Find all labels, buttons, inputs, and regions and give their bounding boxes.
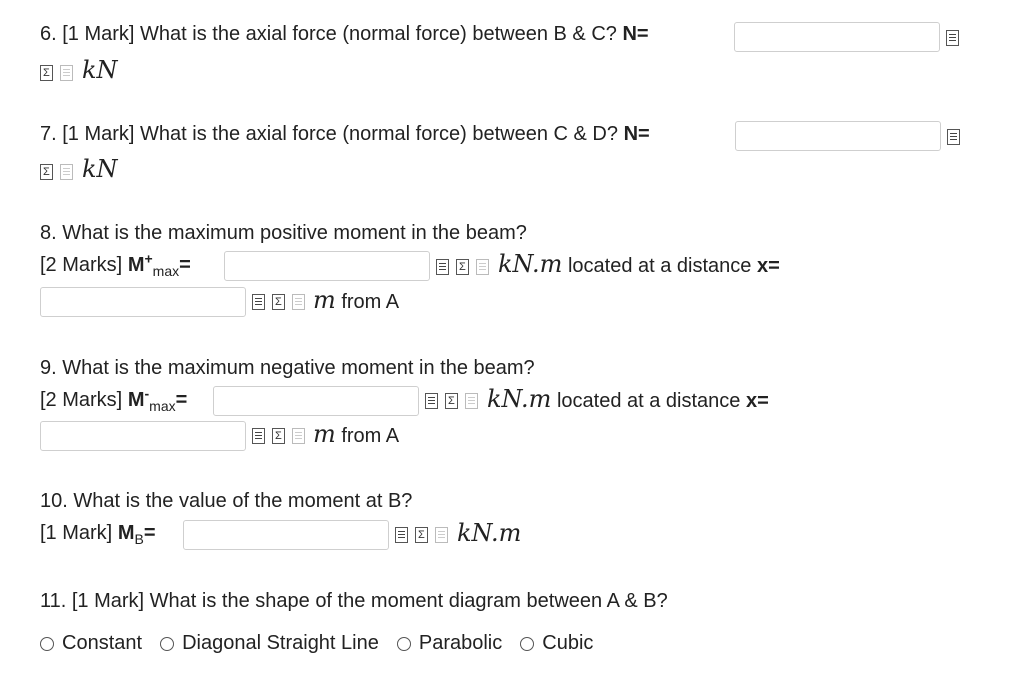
q9-question: 9. What is the maximum negative moment i… xyxy=(40,357,535,379)
option-label: Constant xyxy=(62,632,143,654)
notes-icon[interactable] xyxy=(60,164,73,180)
preview-icon[interactable] xyxy=(425,393,438,409)
radio-button[interactable] xyxy=(396,636,411,651)
q8-label: [2 Marks] M+max= xyxy=(40,250,191,279)
q7-answer-input[interactable] xyxy=(735,121,941,151)
q8-distance-input[interactable] xyxy=(40,287,246,317)
option-label: Diagonal Straight Line xyxy=(182,632,379,654)
q10-moment-input[interactable] xyxy=(183,520,389,550)
q9-unit: kN.m xyxy=(487,385,552,413)
q9-var-x: x= xyxy=(746,390,769,412)
q8-unit: kN.m xyxy=(498,250,563,278)
q9-moment-input[interactable] xyxy=(213,386,419,416)
radio-button[interactable] xyxy=(520,636,535,651)
q10-label: [1 Mark] MB= xyxy=(40,521,156,547)
radio-button[interactable] xyxy=(160,636,175,651)
q7-unit: kN xyxy=(82,155,118,183)
equation-icon[interactable] xyxy=(272,428,285,444)
q8-var-sup: + xyxy=(144,250,153,267)
q8-unit-m: m xyxy=(313,286,336,314)
q8-from-row: m from A xyxy=(313,288,399,314)
q9-var-sub: max xyxy=(149,398,176,414)
equation-icon[interactable] xyxy=(40,164,53,180)
q7-text: 7. [1 Mark] What is the axial force (nor… xyxy=(40,123,618,145)
q6-question: 6. [1 Mark] What is the axial force (nor… xyxy=(40,22,649,46)
option-diagonal-straight-line[interactable]: Diagonal Straight Line xyxy=(160,632,379,655)
q9-label: [2 Marks] M-max= xyxy=(40,386,188,414)
q8-from: from A xyxy=(341,291,400,313)
q8-moment-input[interactable] xyxy=(224,251,430,281)
notes-icon[interactable] xyxy=(60,65,73,81)
equation-icon[interactable] xyxy=(272,294,285,310)
q11-question: 11. [1 Mark] What is the shape of the mo… xyxy=(40,590,668,612)
q8-marks: [2 Marks] xyxy=(40,254,123,276)
q8-var-sub: max xyxy=(152,263,180,279)
notes-icon[interactable] xyxy=(476,259,489,275)
q9-unit-row: kN.m located at a distance x= xyxy=(487,387,769,413)
option-parabolic[interactable]: Parabolic xyxy=(396,632,503,655)
preview-icon[interactable] xyxy=(252,428,265,444)
q6-variable: N= xyxy=(622,23,649,45)
option-constant[interactable]: Constant xyxy=(40,632,142,655)
q10-question: 10. What is the value of the moment at B… xyxy=(40,490,413,512)
q9-distance-input[interactable] xyxy=(40,421,246,451)
q6-unit: kN xyxy=(82,56,118,84)
q10-marks: [1 Mark] xyxy=(40,522,113,544)
equation-icon[interactable] xyxy=(415,527,428,543)
q10-var-m: M xyxy=(117,522,135,544)
preview-icon[interactable] xyxy=(395,527,408,543)
notes-icon[interactable] xyxy=(465,393,478,409)
preview-icon[interactable] xyxy=(946,30,959,46)
q8-located: located at a distance xyxy=(567,255,752,277)
preview-icon[interactable] xyxy=(436,259,449,275)
option-label: Cubic xyxy=(542,632,594,654)
q9-from-row: m from A xyxy=(313,422,399,448)
q8-eq: = xyxy=(179,254,191,276)
equation-icon[interactable] xyxy=(40,65,53,81)
q10-var-sub: B xyxy=(134,531,144,547)
radio-button[interactable] xyxy=(40,636,54,651)
q8-question: 8. What is the maximum positive moment i… xyxy=(40,222,527,244)
preview-icon[interactable] xyxy=(947,129,960,145)
q8-var-m: M xyxy=(127,254,145,276)
q6-text: 6. [1 Mark] What is the axial force (nor… xyxy=(40,23,617,45)
q9-marks: [2 Marks] xyxy=(40,389,123,411)
q9-unit-m: m xyxy=(313,420,336,448)
q9-eq: = xyxy=(175,389,188,411)
q9-from: from A xyxy=(341,425,400,447)
q7-question: 7. [1 Mark] What is the axial force (nor… xyxy=(40,122,650,146)
q10-unit: kN.m xyxy=(457,519,522,547)
q6-answer-input[interactable] xyxy=(734,22,940,52)
notes-icon[interactable] xyxy=(435,527,448,543)
q8-var-x: x= xyxy=(757,255,780,277)
q10-eq: = xyxy=(143,522,156,544)
q8-unit-row: kN.m located at a distance x= xyxy=(498,252,780,278)
equation-icon[interactable] xyxy=(445,393,458,409)
preview-icon[interactable] xyxy=(252,294,265,310)
option-label: Parabolic xyxy=(418,632,503,654)
equation-icon[interactable] xyxy=(456,259,469,275)
option-cubic[interactable]: Cubic xyxy=(520,632,593,655)
q11-options: Constant Diagonal Straight Line Paraboli… xyxy=(40,632,611,655)
q9-var-m: M xyxy=(127,389,145,411)
notes-icon[interactable] xyxy=(292,428,305,444)
q9-located: located at a distance xyxy=(556,390,741,412)
notes-icon[interactable] xyxy=(292,294,305,310)
q7-variable: N= xyxy=(623,123,650,145)
